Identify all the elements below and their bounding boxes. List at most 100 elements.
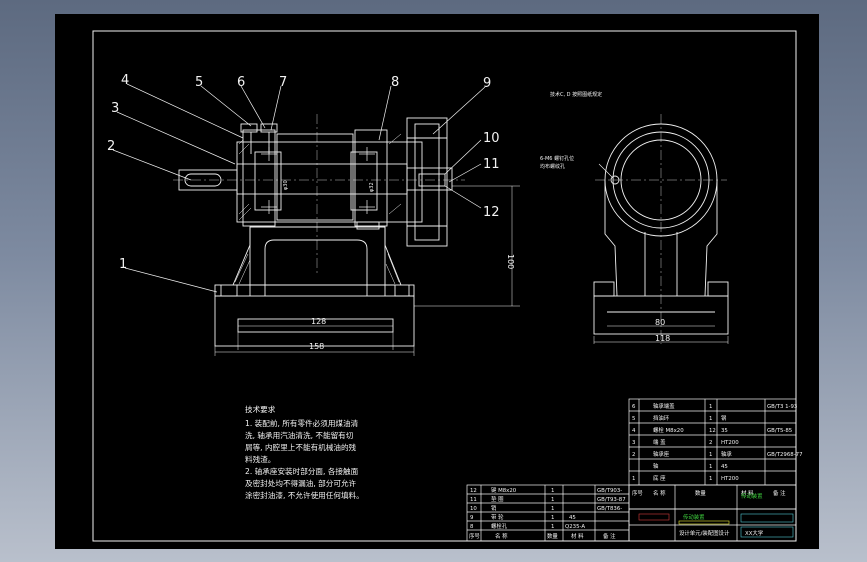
tech-requirements: 技术要求 1. 装配前, 所有零件必须用煤油清 洗, 轴承用汽油清洗, 不能留有… xyxy=(245,404,364,500)
bom-lower-header: 备 注 xyxy=(603,532,616,540)
title-red-cell xyxy=(638,513,670,521)
bom-qty: 1 xyxy=(551,497,554,503)
bom-qty: 1 xyxy=(551,506,554,512)
bom-qty: 12 xyxy=(709,428,716,434)
tech-req-line: 2. 轴承座安装时部分面, 各接触面 xyxy=(245,466,359,476)
tech-req-line: 料残渣。 xyxy=(245,454,275,464)
bom-qty: 1 xyxy=(551,515,554,521)
bom-lower-header: 名 称 xyxy=(495,532,508,540)
balloon-12: 12 xyxy=(483,205,500,220)
tech-req-title: 技术要求 xyxy=(245,404,276,414)
title-drawing-name: 传动装置 xyxy=(683,513,705,521)
drawing-sheet: 4 3 2 1 5 6 7 8 9 10 11 12 100 128 158 φ… xyxy=(55,14,819,549)
bom-code: GB/T2968-77 xyxy=(767,452,803,458)
dim-side-outer: 118 xyxy=(655,334,670,343)
bom-material: Q235-A xyxy=(565,524,585,530)
bom-qty: 1 xyxy=(551,488,554,494)
title-cyan-cell xyxy=(740,513,794,523)
bom-material: HT200 xyxy=(721,476,739,482)
balloon-2: 2 xyxy=(107,139,115,154)
balloon-8: 8 xyxy=(391,75,399,90)
bom-qty: 1 xyxy=(709,416,712,422)
bom-header-remark: 备 注 xyxy=(773,489,786,497)
bom-name: 键 M8x20 xyxy=(491,486,517,494)
bom-no: 10 xyxy=(470,506,477,512)
bom-qty: 1 xyxy=(709,464,712,470)
balloon-3: 3 xyxy=(111,101,119,116)
bom-material: 钢 xyxy=(721,414,726,422)
dim-base-inner: 128 xyxy=(311,317,326,326)
bom-header-name: 名 称 xyxy=(653,489,666,497)
title-green-label: 传动装置 xyxy=(741,492,763,500)
balloon-7: 7 xyxy=(279,75,287,90)
bom-name: 螺栓 M8x20 xyxy=(653,426,684,434)
drawing-frame xyxy=(92,30,797,542)
bom-no: 6 xyxy=(632,404,636,410)
tech-req-line: 涂密封油漆, 不允许使用任何填料。 xyxy=(245,490,364,500)
title-project: 设计单元/装配图设计 xyxy=(679,529,730,537)
dim-side-inner: 80 xyxy=(655,318,665,327)
bom-name: 端 盖 xyxy=(653,438,666,446)
bom-code: GB/T5-85 xyxy=(767,428,792,434)
balloon-9: 9 xyxy=(483,76,491,91)
bom-name: 螺栓孔 xyxy=(491,522,508,530)
bom-material: 45 xyxy=(569,515,576,521)
bom-no: 5 xyxy=(632,416,635,422)
bom-no: 11 xyxy=(470,497,477,503)
bom-lower-header: 材 料 xyxy=(571,532,584,540)
bom-code: GB/T836- xyxy=(597,506,622,512)
bom-material: 45 xyxy=(721,464,728,470)
balloon-5: 5 xyxy=(195,75,203,90)
bom-material: HT200 xyxy=(721,440,739,446)
bom-no: 9 xyxy=(470,515,474,521)
bom-name: 带 轮 xyxy=(491,513,504,521)
tech-req-line: 及密封处均不得漏油, 部分可允许 xyxy=(245,478,357,488)
bom-qty: 1 xyxy=(709,476,712,482)
balloon-1: 1 xyxy=(119,257,127,272)
dim-shaft-left: φ30 xyxy=(283,180,289,190)
tech-req-line: 屑等, 内腔里上不能有机械油的残 xyxy=(245,442,357,452)
dim-shaft-right: φ32 xyxy=(369,182,375,192)
dim-height: 100 xyxy=(506,254,515,269)
bom-name: 轴 xyxy=(653,462,658,470)
bom-no: 4 xyxy=(632,428,636,434)
bom-name: 销 xyxy=(491,504,497,512)
front-view xyxy=(173,114,520,356)
bom-lower-header: 序号 xyxy=(469,532,480,540)
bom-no: 1 xyxy=(632,476,635,482)
bom-header-qty: 数量 xyxy=(695,489,706,497)
bom-no: 3 xyxy=(632,440,635,446)
bom-name: 挡油环 xyxy=(653,414,670,422)
balloon-leaders xyxy=(112,83,486,293)
bom-material: 35 xyxy=(721,428,728,434)
bom-qty: 2 xyxy=(709,440,712,446)
side-view-note: 技术C, D 按照图纸规定 xyxy=(550,91,602,98)
side-view xyxy=(593,114,729,344)
tech-req-line: 1. 装配前, 所有零件必须用煤油清 xyxy=(245,418,359,428)
bom-material: 轴承 xyxy=(721,450,732,458)
bom-name: 底 座 xyxy=(653,474,666,482)
bom-name: 轴承座 xyxy=(653,450,670,458)
balloon-6: 6 xyxy=(237,75,245,90)
bom-name: 轴承端盖 xyxy=(653,402,675,410)
title-school: XX大学 xyxy=(745,529,764,537)
tech-req-line: 洗, 轴承用汽油清洗, 不能留有切 xyxy=(245,430,354,440)
assembly-drawing: 4 3 2 1 5 6 7 8 9 10 11 12 100 128 158 φ… xyxy=(92,30,803,542)
dim-base-outer: 158 xyxy=(309,342,324,351)
side-callout-1: 6-M6 螺钉孔位 xyxy=(540,155,574,162)
balloon-11: 11 xyxy=(483,157,500,172)
side-callout-2: 均布螺纹孔 xyxy=(540,163,565,170)
bom-no: 2 xyxy=(632,452,635,458)
balloon-4: 4 xyxy=(121,73,129,88)
bom-lower-header: 数量 xyxy=(547,532,558,540)
bom-code: GB/T903- xyxy=(597,488,622,494)
balloon-10: 10 xyxy=(483,131,500,146)
bom-code: GB/T93-87 xyxy=(597,497,626,503)
bom-header-no: 序号 xyxy=(632,489,643,497)
bom-qty: 1 xyxy=(709,452,712,458)
bom-qty: 1 xyxy=(551,524,554,530)
bom-code: GB/T3 1-93 xyxy=(767,404,797,410)
bom-name: 垫 圈 xyxy=(491,495,504,503)
title-yellow-cell xyxy=(678,520,730,525)
bom-no: 8 xyxy=(470,524,474,530)
